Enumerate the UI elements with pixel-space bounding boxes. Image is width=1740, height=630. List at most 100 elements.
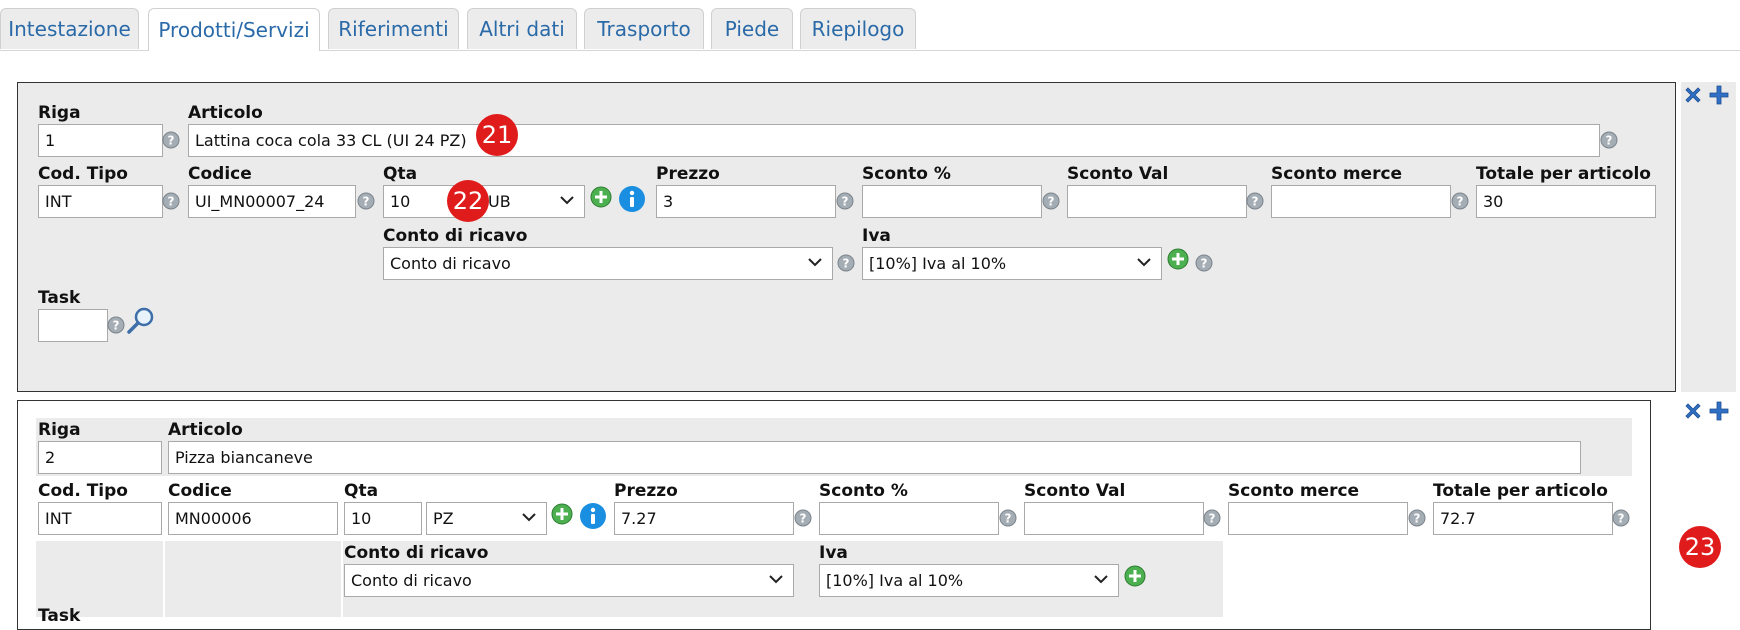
label-iva: Iva: [819, 543, 848, 563]
label-conto: Conto di ricavo: [383, 226, 528, 246]
delete-row-icon[interactable]: [1682, 84, 1704, 106]
add-green-icon[interactable]: [1124, 565, 1146, 587]
label-cod-tipo: Cod. Tipo: [38, 481, 128, 501]
sconto-merce-input[interactable]: [1271, 185, 1451, 218]
riga-input[interactable]: 1: [38, 124, 163, 157]
add-green-icon[interactable]: [551, 503, 573, 525]
help-icon[interactable]: [837, 254, 855, 272]
totale-input[interactable]: 30: [1476, 185, 1656, 218]
cell-divider: [163, 541, 165, 617]
help-icon[interactable]: [162, 131, 180, 149]
totale-input[interactable]: 72.7: [1433, 502, 1613, 535]
task-input[interactable]: [38, 309, 108, 342]
tab-prodotti-servizi[interactable]: Prodotti/Servizi: [148, 8, 320, 51]
conto-select[interactable]: Conto di ricavo: [383, 247, 833, 280]
iva-select-value: [10%] Iva al 10%: [869, 254, 1007, 273]
cod-tipo-input[interactable]: INT: [38, 185, 163, 218]
tab-bar: Intestazione Prodotti/Servizi Riferiment…: [0, 0, 1740, 51]
help-icon[interactable]: [1451, 192, 1469, 210]
help-icon[interactable]: [162, 192, 180, 210]
label-task: Task: [38, 288, 81, 308]
chevron-down-icon: [520, 508, 538, 526]
label-riga: Riga: [38, 420, 81, 440]
unit-select[interactable]: PZ: [426, 502, 547, 535]
qta-input[interactable]: 10: [344, 502, 422, 535]
label-prezzo: Prezzo: [614, 481, 678, 501]
add-green-icon[interactable]: [1167, 248, 1189, 270]
label-task: Task: [38, 606, 81, 626]
help-icon[interactable]: [1600, 131, 1618, 149]
prezzo-input[interactable]: 3: [656, 185, 836, 218]
label-codice: Codice: [168, 481, 232, 501]
tab-riferimenti[interactable]: Riferimenti: [328, 8, 459, 49]
articolo-input[interactable]: Pizza biancaneve: [168, 441, 1581, 474]
conto-select-value: Conto di ricavo: [390, 254, 511, 273]
tab-trasporto[interactable]: Trasporto: [584, 8, 704, 49]
unit-select-value: PZ: [433, 509, 454, 528]
tab-altri-dati[interactable]: Altri dati: [467, 8, 577, 49]
annotation-badge: 23: [1679, 526, 1721, 568]
tab-intestazione[interactable]: Intestazione: [0, 8, 139, 49]
sconto-pct-input[interactable]: [819, 502, 999, 535]
add-row-icon[interactable]: [1708, 400, 1730, 422]
help-icon[interactable]: [836, 192, 854, 210]
label-totale: Totale per articolo: [1433, 481, 1608, 501]
sconto-val-input[interactable]: [1067, 185, 1247, 218]
cell-divider: [341, 541, 343, 617]
iva-select[interactable]: [10%] Iva al 10%: [819, 564, 1119, 597]
label-articolo: Articolo: [188, 103, 263, 123]
annotation-badge: 22: [447, 180, 489, 222]
articolo-input[interactable]: Lattina coca cola 33 CL (UI 24 PZ): [188, 124, 1600, 157]
add-row-icon[interactable]: [1708, 84, 1730, 106]
unit-select-value: UB: [488, 192, 511, 211]
help-icon[interactable]: [999, 509, 1017, 527]
codice-input[interactable]: UI_MN00007_24: [188, 185, 356, 218]
help-icon[interactable]: [357, 192, 375, 210]
chevron-down-icon: [558, 191, 576, 209]
label-iva: Iva: [862, 226, 891, 246]
tab-riepilogo[interactable]: Riepilogo: [800, 8, 916, 49]
chevron-down-icon: [806, 253, 824, 271]
cod-tipo-input[interactable]: INT: [38, 502, 162, 535]
prezzo-input[interactable]: 7.27: [614, 502, 794, 535]
search-magnifier-icon[interactable]: [126, 306, 156, 336]
label-sconto-val: Sconto Val: [1024, 481, 1126, 501]
label-conto: Conto di ricavo: [344, 543, 489, 563]
tab-piede[interactable]: Piede: [711, 8, 793, 49]
label-codice: Codice: [188, 164, 252, 184]
iva-select[interactable]: [10%] Iva al 10%: [862, 247, 1162, 280]
label-riga: Riga: [38, 103, 81, 123]
codice-input[interactable]: MN00006: [168, 502, 338, 535]
label-sconto-pct: Sconto %: [862, 164, 951, 184]
delete-row-icon[interactable]: [1682, 400, 1704, 422]
conto-select[interactable]: Conto di ricavo: [344, 564, 794, 597]
conto-select-value: Conto di ricavo: [351, 571, 472, 590]
label-sconto-pct: Sconto %: [819, 481, 908, 501]
help-icon[interactable]: [1612, 509, 1630, 527]
sconto-merce-input[interactable]: [1228, 502, 1408, 535]
label-sconto-merce: Sconto merce: [1228, 481, 1360, 501]
label-qta: Qta: [344, 481, 379, 501]
label-prezzo: Prezzo: [656, 164, 720, 184]
help-icon[interactable]: [1042, 192, 1060, 210]
add-green-icon[interactable]: [590, 186, 612, 208]
riga-input[interactable]: 2: [38, 441, 162, 474]
label-cod-tipo: Cod. Tipo: [38, 164, 128, 184]
info-icon[interactable]: [579, 502, 607, 530]
sconto-pct-input[interactable]: [862, 185, 1042, 218]
help-icon[interactable]: [1246, 192, 1264, 210]
chevron-down-icon: [1135, 253, 1153, 271]
row-actions-strip: [1681, 82, 1736, 392]
help-icon[interactable]: [1408, 509, 1426, 527]
sconto-val-input[interactable]: [1024, 502, 1204, 535]
info-icon[interactable]: [618, 185, 646, 213]
help-icon[interactable]: [1195, 254, 1213, 272]
help-icon[interactable]: [794, 509, 812, 527]
help-icon[interactable]: [1203, 509, 1221, 527]
label-sconto-val: Sconto Val: [1067, 164, 1169, 184]
chevron-down-icon: [767, 570, 785, 588]
annotation-badge: 21: [476, 114, 518, 156]
label-totale: Totale per articolo: [1476, 164, 1651, 184]
label-articolo: Articolo: [168, 420, 243, 440]
help-icon[interactable]: [107, 316, 125, 334]
